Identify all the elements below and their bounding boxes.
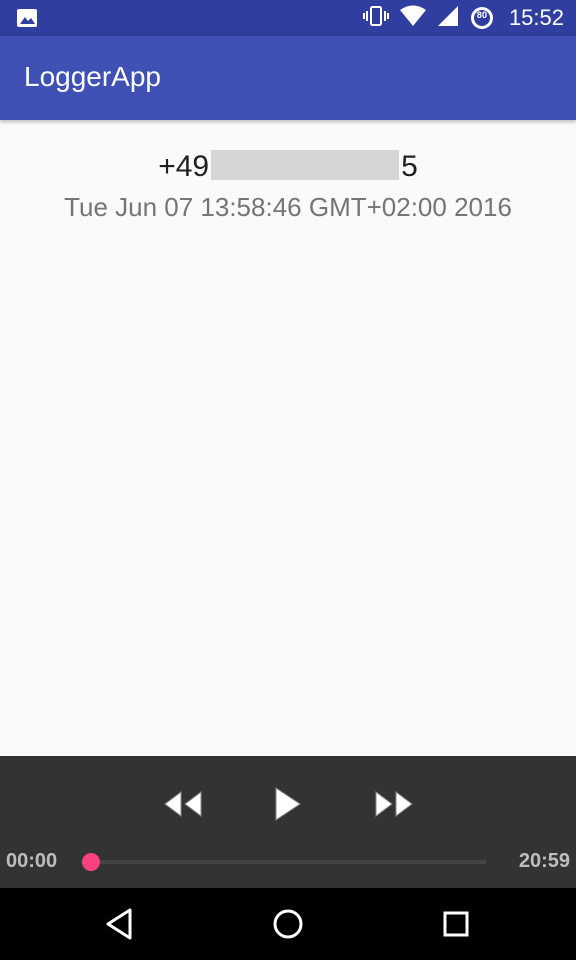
status-time: 15:52	[508, 5, 564, 30]
back-icon	[106, 908, 132, 940]
home-button[interactable]	[268, 904, 308, 944]
wifi-icon	[399, 5, 427, 31]
rewind-button[interactable]	[157, 782, 209, 826]
status-icons: 80 15:52	[362, 0, 564, 36]
seek-thumb[interactable]	[82, 853, 100, 871]
recents-icon	[443, 911, 469, 937]
vibrate-icon	[362, 5, 389, 31]
fast-forward-button[interactable]	[368, 782, 420, 826]
back-button[interactable]	[100, 904, 140, 944]
seek-track	[82, 860, 486, 864]
phone-prefix: +49	[158, 150, 210, 183]
phone-number: +49 5	[0, 150, 576, 184]
app-bar: LoggerApp	[0, 36, 576, 120]
recents-button[interactable]	[436, 904, 476, 944]
play-button[interactable]	[262, 782, 314, 826]
home-icon	[273, 909, 303, 939]
elapsed-time: 00:00	[6, 850, 58, 872]
content-area: +49 5 Tue Jun 07 13:58:46 GMT+02:00 2016	[0, 120, 576, 756]
fast-forward-icon	[375, 791, 413, 817]
total-duration: 20:59	[518, 850, 570, 872]
battery-level: 80	[476, 11, 488, 21]
navigation-bar	[0, 888, 576, 960]
signal-icon	[437, 5, 459, 31]
rewind-icon	[164, 791, 202, 817]
image-icon	[16, 8, 38, 28]
battery-icon: 80	[469, 5, 495, 31]
call-timestamp: Tue Jun 07 13:58:46 GMT+02:00 2016	[64, 192, 512, 222]
media-player: 00:00 20:59	[0, 756, 576, 888]
phone-suffix: 5	[401, 150, 418, 183]
seek-bar[interactable]	[82, 853, 486, 871]
play-icon	[275, 787, 301, 821]
status-bar: 80 15:52	[0, 0, 576, 36]
redaction-block	[211, 150, 400, 180]
app-title: LoggerApp	[24, 61, 162, 92]
